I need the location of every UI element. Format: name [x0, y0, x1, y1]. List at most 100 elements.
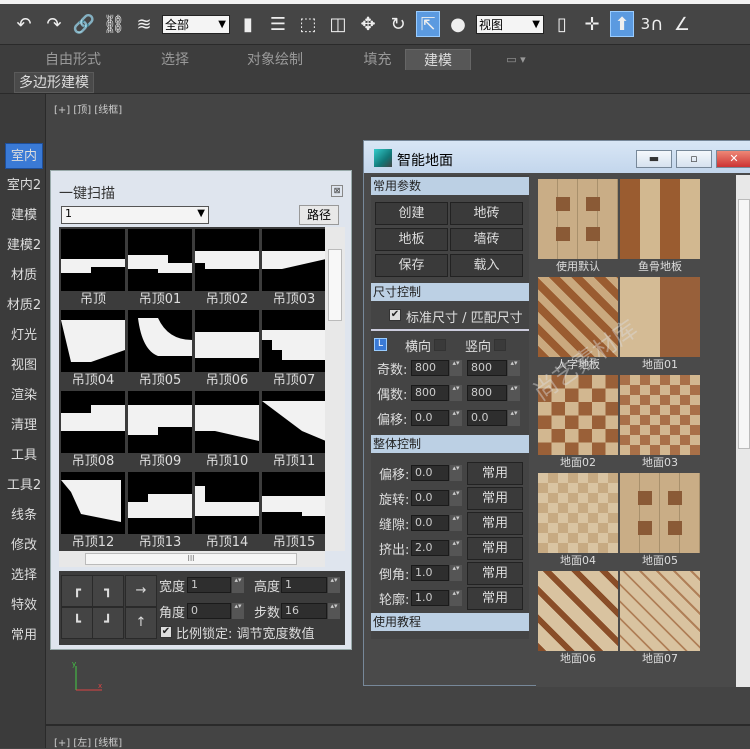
floor-preset[interactable]: 鱼骨地板	[620, 179, 700, 277]
floor-preset[interactable]: 地面01	[620, 277, 700, 375]
section-tutorial[interactable]: 使用教程	[371, 613, 529, 631]
profile-item[interactable]: 吊顶11	[262, 391, 325, 471]
floorboard-button[interactable]: 地板	[375, 228, 448, 251]
profile-item[interactable]: 吊顶15	[262, 472, 325, 551]
horizontal-checkbox[interactable]	[434, 339, 446, 351]
profile-item[interactable]: 吊顶07	[262, 310, 325, 390]
size-input-vertical[interactable]: 0.0	[467, 410, 520, 426]
scroll-thumb[interactable]	[738, 199, 750, 449]
path-button[interactable]: 路径	[299, 205, 339, 225]
tab-freeform[interactable]: 自由形式	[40, 49, 106, 71]
profile-item[interactable]: 吊顶12	[61, 472, 125, 551]
pivot-icon[interactable]: ●	[446, 11, 470, 37]
corner-top-left-button[interactable]: ┏	[61, 575, 93, 607]
section-overall-control[interactable]: 整体控制	[371, 435, 529, 453]
preset-common-button[interactable]: 常用	[467, 487, 523, 510]
lock-ratio-checkbox[interactable]: ✔	[160, 626, 172, 638]
sidebar-item[interactable]: 工具2	[5, 473, 43, 499]
tab-selection[interactable]: 选择	[150, 49, 200, 71]
section-common-params[interactable]: 常用参数	[371, 177, 529, 195]
width-input[interactable]: 1	[187, 577, 244, 593]
sidebar-item[interactable]: 材质2	[5, 293, 43, 319]
sidebar-item[interactable]: 渲染	[5, 383, 43, 409]
preset-common-button[interactable]: 常用	[467, 512, 523, 535]
angle-snap-icon[interactable]: ∠	[670, 11, 694, 37]
corner-bottom-left-button[interactable]: ┗	[61, 607, 93, 639]
scroll-thumb[interactable]	[328, 249, 342, 321]
overall-input[interactable]: 0.0	[411, 515, 462, 531]
tab-modeling[interactable]: 建模	[405, 49, 471, 71]
selection-filter-dropdown[interactable]: 全部 ▼	[162, 14, 230, 34]
shortcut-override-icon[interactable]: ⬆	[610, 11, 634, 37]
angle-input[interactable]: 0	[187, 603, 244, 619]
select-by-name-icon[interactable]: ☰	[266, 11, 290, 37]
preset-common-button[interactable]: 常用	[467, 462, 523, 485]
tab-object-paint[interactable]: 对象绘制	[240, 49, 310, 71]
profile-item[interactable]: 吊顶05	[128, 310, 192, 390]
floor-preset[interactable]: 地面03	[620, 375, 700, 473]
gallery-scrollbar[interactable]	[736, 175, 750, 687]
sidebar-item[interactable]: 建模	[5, 203, 43, 229]
profile-item[interactable]: 吊顶03	[262, 229, 325, 309]
vertical-checkbox[interactable]	[494, 339, 506, 351]
move-icon[interactable]: ✥	[356, 11, 380, 37]
sidebar-item[interactable]: 室内2	[5, 173, 43, 199]
size-input-vertical[interactable]: 800	[467, 385, 520, 401]
standard-size-checkbox[interactable]: ✔	[389, 309, 401, 321]
profile-item[interactable]: 吊顶01	[128, 229, 192, 309]
overall-input[interactable]: 0.0	[411, 490, 462, 506]
dialog-titlebar[interactable]: 智能地面 ▬ ▫ ✕	[364, 141, 750, 173]
sidebar-item[interactable]: 修改	[5, 533, 43, 559]
sidebar-item[interactable]: 材质	[5, 263, 43, 289]
overall-input[interactable]: 2.0	[411, 540, 462, 556]
sidebar-item[interactable]: 灯光	[5, 323, 43, 349]
sidebar-item[interactable]: 清理	[5, 413, 43, 439]
sidebar-item[interactable]: 室内	[5, 143, 43, 169]
tab-populate[interactable]: 填充	[355, 49, 400, 71]
snap-toggle-icon[interactable]: 3 ∩	[640, 11, 664, 37]
ribbon-options-icon[interactable]: ▭ ▾	[498, 49, 534, 71]
corner-bottom-right-button[interactable]: ┛	[92, 607, 124, 639]
size-input-horizontal[interactable]: 800	[411, 385, 462, 401]
viewport-top-label[interactable]: [+] [顶] [线框]	[54, 101, 122, 116]
preset-common-button[interactable]: 常用	[467, 537, 523, 560]
minimize-button[interactable]: ▬	[636, 150, 672, 168]
undo-icon[interactable]: ↶	[12, 11, 36, 37]
overall-input[interactable]: 1.0	[411, 565, 462, 581]
size-input-horizontal[interactable]: 800	[411, 360, 462, 376]
load-button[interactable]: 载入	[450, 254, 523, 277]
scale-icon[interactable]: ⇱	[416, 11, 440, 37]
steps-input[interactable]: 16	[281, 603, 340, 619]
profile-item[interactable]: 吊顶13	[128, 472, 192, 551]
sidebar-item[interactable]: 线条	[5, 503, 43, 529]
window-crossing-icon[interactable]: ◫	[326, 11, 350, 37]
sweep-dropdown[interactable]: 1 ▼	[61, 206, 209, 224]
select-manipulate-icon[interactable]: ▯	[550, 11, 574, 37]
create-button[interactable]: 创建	[375, 202, 448, 225]
profile-item[interactable]: 吊顶14	[195, 472, 259, 551]
scroll-thumb[interactable]: III	[85, 553, 297, 565]
floor-preset[interactable]: 人字地板	[538, 277, 618, 375]
rect-selection-icon[interactable]: ⬚	[296, 11, 320, 37]
unlink-icon[interactable]: ⛓	[102, 11, 126, 37]
floor-preset[interactable]: 地面07	[620, 571, 700, 669]
sidebar-item[interactable]: 建模2	[5, 233, 43, 259]
viewport-left-label[interactable]: [+] [左] [线框]	[54, 734, 122, 749]
profile-item[interactable]: 吊顶06	[195, 310, 259, 390]
close-icon[interactable]: ⊠	[331, 185, 343, 197]
wall-tile-button[interactable]: 墙砖	[450, 228, 523, 251]
flip-horizontal-button[interactable]: →	[125, 575, 157, 607]
profile-item[interactable]: 吊顶02	[195, 229, 259, 309]
sidebar-item[interactable]: 工具	[5, 443, 43, 469]
polygon-modeling-button[interactable]: 多边形建模	[14, 72, 94, 93]
bind-spacewarp-icon[interactable]: ≋	[132, 11, 156, 37]
profile-item[interactable]: 吊顶08	[61, 391, 125, 471]
maximize-button[interactable]: ▫	[676, 150, 712, 168]
size-input-vertical[interactable]: 800	[467, 360, 520, 376]
overall-input[interactable]: 1.0	[411, 590, 462, 606]
sidebar-item[interactable]: 视图	[5, 353, 43, 379]
select-object-icon[interactable]: ▮	[236, 11, 260, 37]
section-size-control[interactable]: 尺寸控制	[371, 283, 529, 301]
save-button[interactable]: 保存	[375, 254, 448, 277]
close-button[interactable]: ✕	[716, 150, 750, 168]
